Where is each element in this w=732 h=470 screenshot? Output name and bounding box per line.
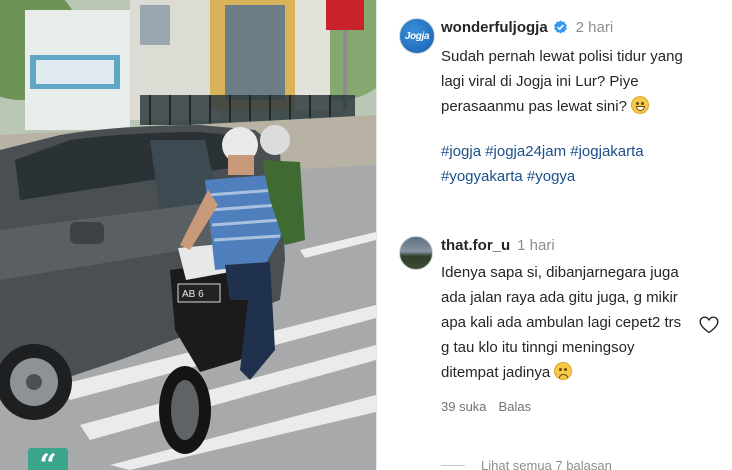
- heart-icon[interactable]: [699, 316, 719, 334]
- comment-line: ditempat jadinya: [441, 360, 691, 385]
- divider: [441, 465, 465, 466]
- license-plate: AB 6: [182, 289, 204, 300]
- comment-header: that.for_u 1 hari: [441, 232, 719, 258]
- comment-body: that.for_u 1 hari Idenya sapa si, dibanj…: [441, 232, 719, 414]
- post-header: wonderfuljogja 2 hari: [441, 14, 717, 40]
- caption-line: perasaanmu pas lewat sini?: [441, 94, 717, 119]
- hashtag-line[interactable]: #yogyakarta #yogya: [441, 164, 717, 189]
- street-scene-illustration: AB 6: [0, 0, 376, 470]
- post-photo[interactable]: AB 6 “: [0, 0, 376, 470]
- comment-line: Idenya sapa si, dibanjarnegara juga: [441, 264, 679, 281]
- caption-line: Sudah pernah lewat polisi tidur yang: [441, 48, 683, 65]
- view-replies-button[interactable]: Lihat semua 7 balasan: [441, 458, 612, 470]
- reply-button[interactable]: Balas: [499, 399, 532, 414]
- avatar[interactable]: Jogja: [399, 18, 435, 54]
- comment-time[interactable]: 1 hari: [517, 237, 555, 254]
- post-time[interactable]: 2 hari: [576, 19, 614, 36]
- caption-line: lagi viral di Jogja ini Lur? Piye: [441, 73, 639, 90]
- caption-line-text: perasaanmu pas lewat sini?: [441, 98, 627, 115]
- post-caption: Sudah pernah lewat polisi tidur yang lag…: [441, 44, 717, 119]
- post-body: wonderfuljogja 2 hari Sudah pernah lewat…: [441, 14, 717, 189]
- avatar-logo-text: Jogja: [404, 30, 430, 42]
- sad-face-icon: [554, 362, 573, 380]
- comment-meta: 39 suka Balas: [441, 399, 719, 414]
- comment-likes[interactable]: 39 suka: [441, 399, 487, 414]
- grinning-face-icon: [630, 96, 649, 114]
- view-replies-label[interactable]: Lihat semua 7 balasan: [481, 458, 612, 470]
- comment-line-text: ditempat jadinya: [441, 364, 551, 381]
- comment-text: Idenya sapa si, dibanjarnegara juga ada …: [441, 260, 691, 385]
- comments-panel: Jogja wonderfuljogja 2 hari Sudah pernah…: [376, 0, 732, 470]
- comment-line: g tau klo itu tinngi meningsoy: [441, 339, 635, 356]
- comment-line: apa kali ada ambulan lagi cepet2 trs: [441, 314, 682, 331]
- verified-badge-icon: [553, 20, 568, 35]
- avatar[interactable]: [399, 236, 433, 270]
- comment-username[interactable]: that.for_u: [441, 237, 510, 254]
- quote-icon: “: [28, 448, 68, 470]
- hashtag-line[interactable]: #jogja #jogja24jam #jogjakarta: [441, 139, 717, 164]
- post-username[interactable]: wonderfuljogja: [441, 19, 548, 36]
- comment-line: ada jalan raya ada gitu juga, g mikir: [441, 289, 678, 306]
- post-hashtags[interactable]: #jogja #jogja24jam #jogjakarta #yogyakar…: [441, 139, 717, 189]
